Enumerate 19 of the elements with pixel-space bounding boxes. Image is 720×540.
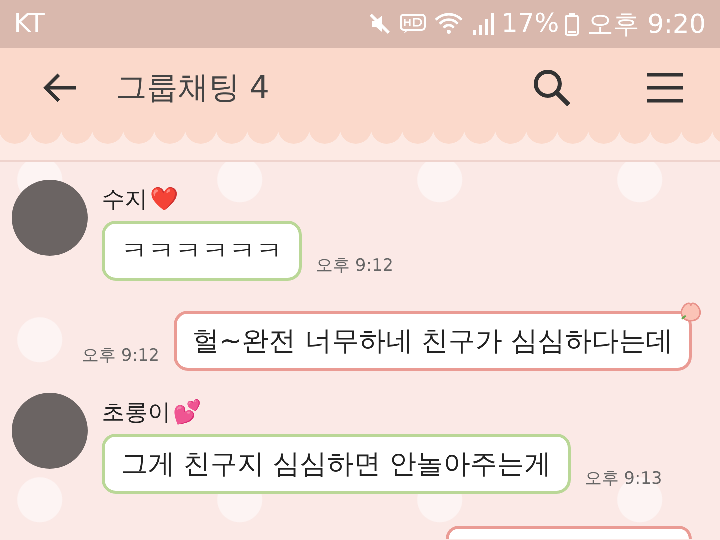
carrier-label: KT — [14, 9, 45, 39]
clock: 오후 9:20 — [587, 8, 706, 42]
emoji: ❤ — [150, 186, 179, 213]
hd-icon — [400, 12, 426, 36]
wifi-icon — [434, 12, 464, 36]
sender-name: 초롱이 — [102, 399, 171, 428]
message-time: 오후 9:13 — [584, 468, 662, 490]
message-bubble: 헐~완전 너무하네 친구가 심심하다는데 — [174, 311, 692, 371]
mute-icon — [368, 12, 392, 36]
battery-percent: 17% — [502, 9, 560, 39]
message-time: 오후 9:12 — [316, 255, 394, 277]
battery-icon — [565, 12, 580, 36]
message-bubble: 그게 친구지 심심하면 안놀아주는게 — [102, 434, 571, 494]
chat-title: 그룹채팅 4 — [116, 69, 271, 108]
message-time: 오후 9:12 — [82, 345, 160, 367]
sender-name: 수지 — [102, 186, 148, 215]
emoji: 💕 — [173, 399, 202, 426]
signal-icon — [472, 12, 494, 36]
message-bubble: ㅋㅋㅋㅋㅋㅋ — [102, 221, 302, 281]
